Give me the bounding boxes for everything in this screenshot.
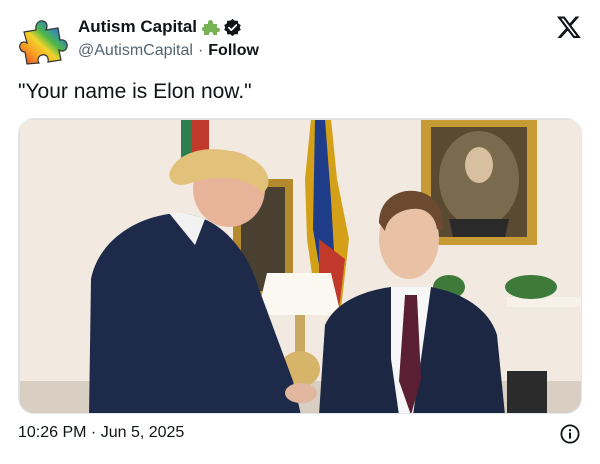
author-handle-row: @AutismCapital · Follow <box>78 40 259 62</box>
tweet-timestamp[interactable]: 10:26 PM · Jun 5, 2025 <box>18 424 184 442</box>
separator-dot: · <box>197 42 204 59</box>
author-name-row: Autism Capital <box>78 16 259 38</box>
verified-badge-icon <box>224 18 241 36</box>
photo-two-men-oval-office-icon <box>19 119 581 413</box>
avatar[interactable] <box>18 14 70 66</box>
x-logo-icon[interactable] <box>556 14 582 40</box>
tweet-media-photo[interactable] <box>18 118 582 414</box>
puzzle-piece-emoji-icon <box>202 20 221 35</box>
author-handle[interactable]: @AutismCapital <box>78 42 193 60</box>
tweet-text: "Your name is Elon now." <box>18 80 252 103</box>
info-icon[interactable] <box>560 424 580 444</box>
author-display-name[interactable]: Autism Capital <box>78 17 197 37</box>
author-block: Autism Capital @AutismCapital · Follow <box>78 16 259 62</box>
follow-button[interactable]: Follow <box>208 42 259 60</box>
